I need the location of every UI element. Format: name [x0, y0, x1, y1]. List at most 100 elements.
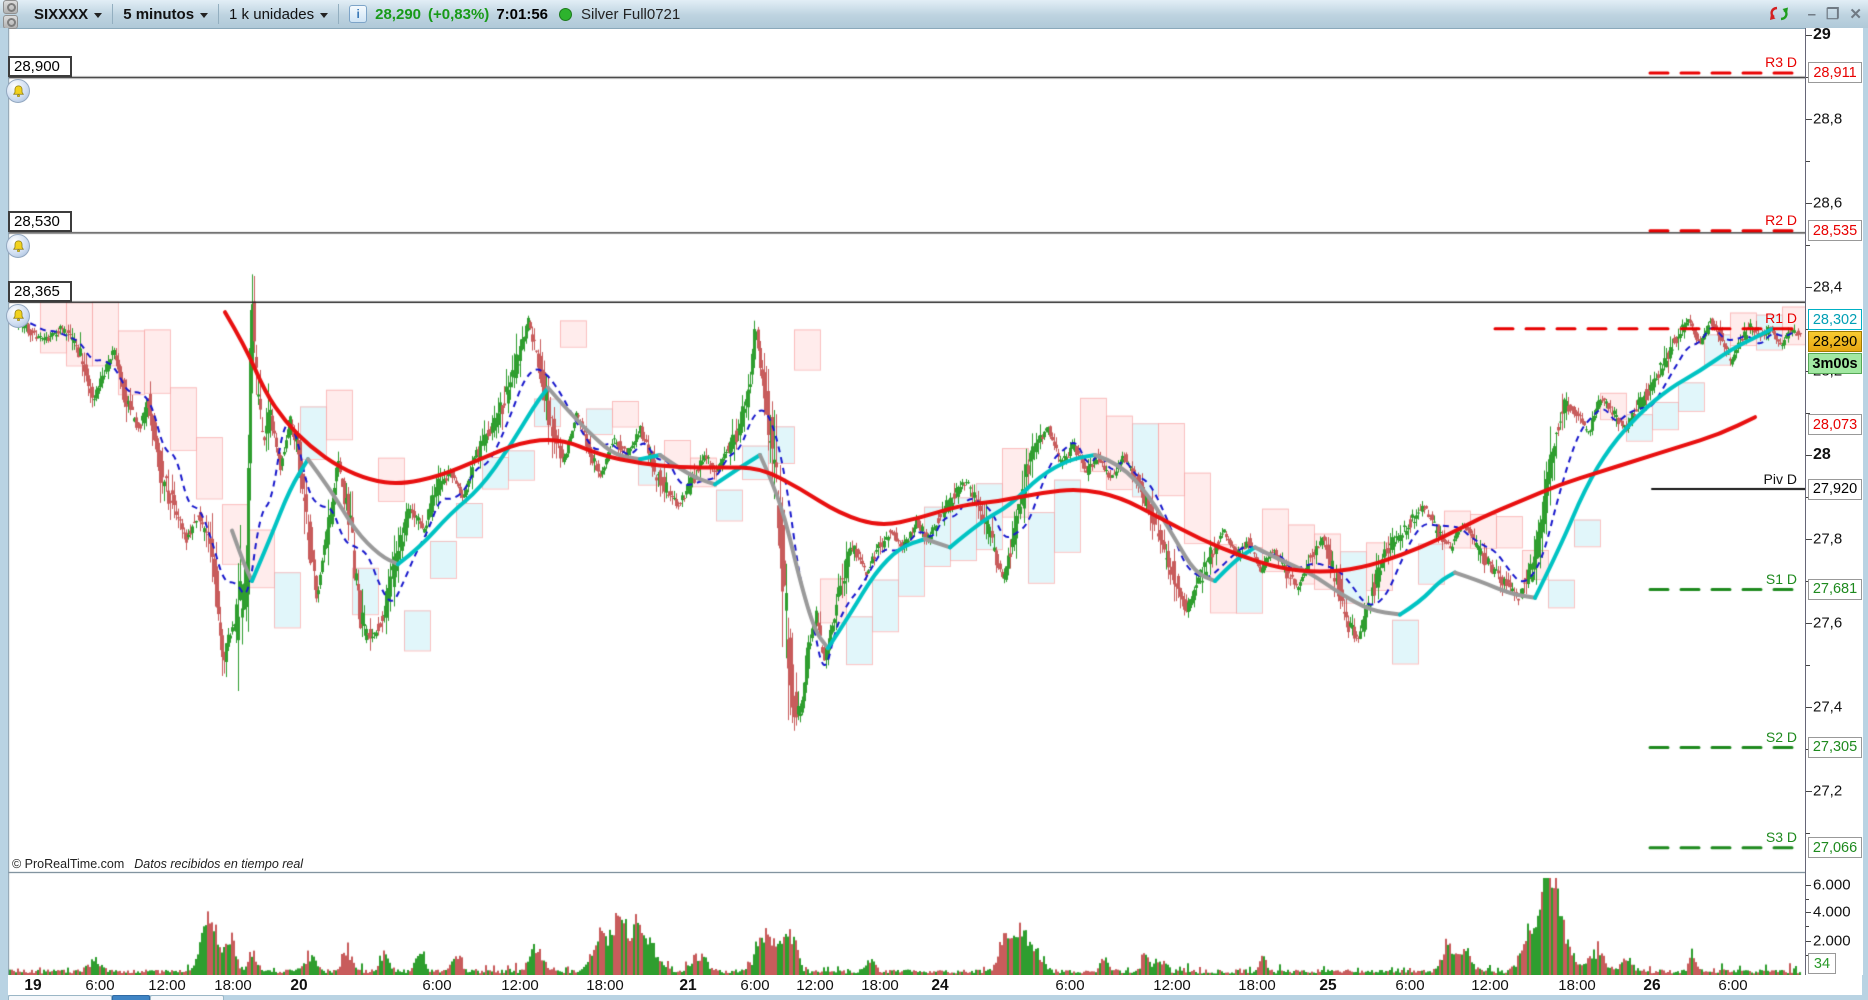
volume-tick-label: 2.000	[1813, 932, 1851, 950]
last-price-box: 28,290	[1808, 331, 1862, 352]
time-axis-label: 25	[1319, 977, 1337, 994]
price-tick-mark	[1806, 707, 1812, 708]
time-axis-label: 20	[290, 977, 308, 994]
units-label: 1 k unidades	[229, 5, 315, 23]
pivot-value-box: 27,305	[1808, 736, 1862, 758]
bar-count-box: 34	[1808, 953, 1836, 974]
time-axis-label: 21	[679, 977, 697, 994]
ma-value-box: 28,073	[1808, 414, 1862, 435]
time-axis-label: 6:00	[1718, 977, 1748, 994]
time-axis-label: 18:00	[1238, 977, 1276, 994]
link-icon[interactable]	[3, 14, 18, 29]
refresh-icon[interactable]	[1768, 4, 1790, 24]
price-tick-label: 28,4	[1813, 278, 1843, 296]
feed-status-label: Datos recibidos en tiempo real	[134, 857, 304, 871]
price-tick-label: 27,8	[1813, 530, 1843, 548]
pivot-value-box: 28,911	[1808, 62, 1862, 84]
price-tick-mark	[1806, 455, 1812, 456]
bottom-tab-strip	[0, 995, 1868, 1000]
price-tick-mark	[1806, 539, 1812, 540]
price-minor-tick	[1806, 245, 1810, 246]
link-icon[interactable]	[3, 0, 18, 14]
alarm-price-box[interactable]: 28,365	[8, 280, 72, 302]
price-tick-mark	[1806, 203, 1812, 204]
alarm-bell-icon[interactable]	[6, 303, 30, 328]
prorealtime-window: { "titlebar": { "symbol": "SIXXXX", "tim…	[0, 0, 1868, 1000]
pivot-name-label: Piv D	[1763, 470, 1797, 487]
price-change: (+0,83%)	[428, 5, 490, 23]
time-axis-label: 18:00	[1558, 977, 1596, 994]
volume-minor-tick	[1806, 899, 1809, 900]
workspace-tab[interactable]	[150, 995, 224, 1000]
timeframe-dropdown[interactable]: 5 minutos	[113, 0, 218, 28]
minimize-button[interactable]: –	[1808, 7, 1816, 22]
volume-tick-mark	[1806, 941, 1811, 942]
symbol-label: SIXXXX	[34, 5, 89, 23]
time-axis-label: 18:00	[214, 977, 252, 994]
chevron-down-icon	[200, 12, 209, 18]
time-axis-label: 6:00	[422, 977, 452, 994]
pivot-value-box: 28,535	[1808, 220, 1862, 242]
window-frame-left	[0, 28, 8, 1000]
alarm-bell-icon[interactable]	[6, 79, 30, 103]
units-dropdown[interactable]: 1 k unidades	[219, 0, 338, 28]
time-axis-label: 6:00	[1395, 977, 1425, 994]
chevron-down-icon	[320, 12, 329, 18]
pivot-name-label: R3 D	[1765, 54, 1797, 71]
time-axis-label: 26	[1643, 977, 1661, 994]
time-axis-label: 12:00	[148, 977, 186, 994]
volume-tick-mark	[1806, 885, 1811, 886]
ma-value-box: 28,302	[1808, 309, 1862, 330]
copyright-label: © ProRealTime.com	[12, 857, 125, 871]
pivot-name-label: R2 D	[1765, 212, 1797, 229]
time-axis-label: 18:00	[861, 977, 899, 994]
time-axis-label: 18:00	[586, 977, 624, 994]
toolbar-separator	[338, 4, 340, 24]
price-tick-label: 27,2	[1813, 782, 1843, 800]
volume-tick-label: 4.000	[1813, 903, 1851, 921]
footer-note: © ProRealTime.com Datos recibidos en tiem…	[12, 857, 303, 871]
price-minor-tick	[1806, 665, 1810, 666]
price-tick-mark	[1806, 791, 1812, 792]
symbol-dropdown[interactable]: SIXXXX	[24, 0, 112, 28]
price-tick-label: 28,6	[1813, 194, 1843, 212]
time-axis-label: 6:00	[85, 977, 115, 994]
pivot-name-label: S2 D	[1765, 728, 1797, 745]
pivot-value-box: 27,066	[1808, 837, 1862, 859]
volume-minor-tick	[1806, 926, 1809, 927]
alarm-price-box[interactable]: 28,900	[8, 56, 72, 77]
price-axis[interactable]: 2928,828,628,428,22827,827,627,427,26.00…	[1805, 26, 1863, 975]
price-tick-label: 27,4	[1813, 698, 1843, 716]
time-axis-label: 24	[931, 977, 949, 994]
info-icon[interactable]: i	[349, 5, 368, 23]
price-tick-mark	[1806, 119, 1812, 120]
titlebar: SIXXXX 5 minutos 1 k unidades i 28,290 (…	[0, 0, 1868, 29]
quote-panel: 28,290 (+0,83%) 7:01:56 Silver Full0721	[375, 6, 680, 23]
time-axis-label: 12:00	[1471, 977, 1509, 994]
pivot-name-label: S1 D	[1765, 570, 1797, 587]
time-axis-label: 12:00	[1153, 977, 1191, 994]
time-axis-label: 6:00	[740, 977, 770, 994]
workspace-tab[interactable]	[8, 995, 112, 1000]
time-axis-label: 12:00	[796, 977, 834, 994]
price-minor-tick	[1806, 161, 1810, 162]
workspace-tab-active[interactable]	[112, 995, 150, 1000]
chevron-down-icon	[94, 12, 103, 18]
pivot-value-box: 27,920	[1808, 478, 1862, 500]
candle-countdown-box: 3m00s	[1808, 353, 1862, 374]
price-chart-canvas[interactable]	[8, 28, 1805, 975]
price-tick-mark	[1806, 287, 1812, 288]
price-tick-label: 28,8	[1813, 110, 1843, 128]
restore-button[interactable]: ❐	[1826, 7, 1839, 22]
quote-time: 7:01:56	[496, 5, 549, 23]
instrument-name: Silver Full0721	[581, 5, 681, 23]
connection-status-dot	[559, 7, 573, 21]
link-icons[interactable]	[3, 0, 18, 29]
time-axis-label: 6:00	[1055, 977, 1085, 994]
price-tick-mark	[1806, 35, 1812, 36]
alarm-price-box[interactable]: 28,530	[8, 211, 72, 233]
timeframe-label: 5 minutos	[123, 5, 195, 23]
last-price: 28,290	[375, 5, 422, 23]
price-tick-label: 27,6	[1813, 614, 1843, 632]
close-button[interactable]: ✕	[1849, 7, 1862, 22]
